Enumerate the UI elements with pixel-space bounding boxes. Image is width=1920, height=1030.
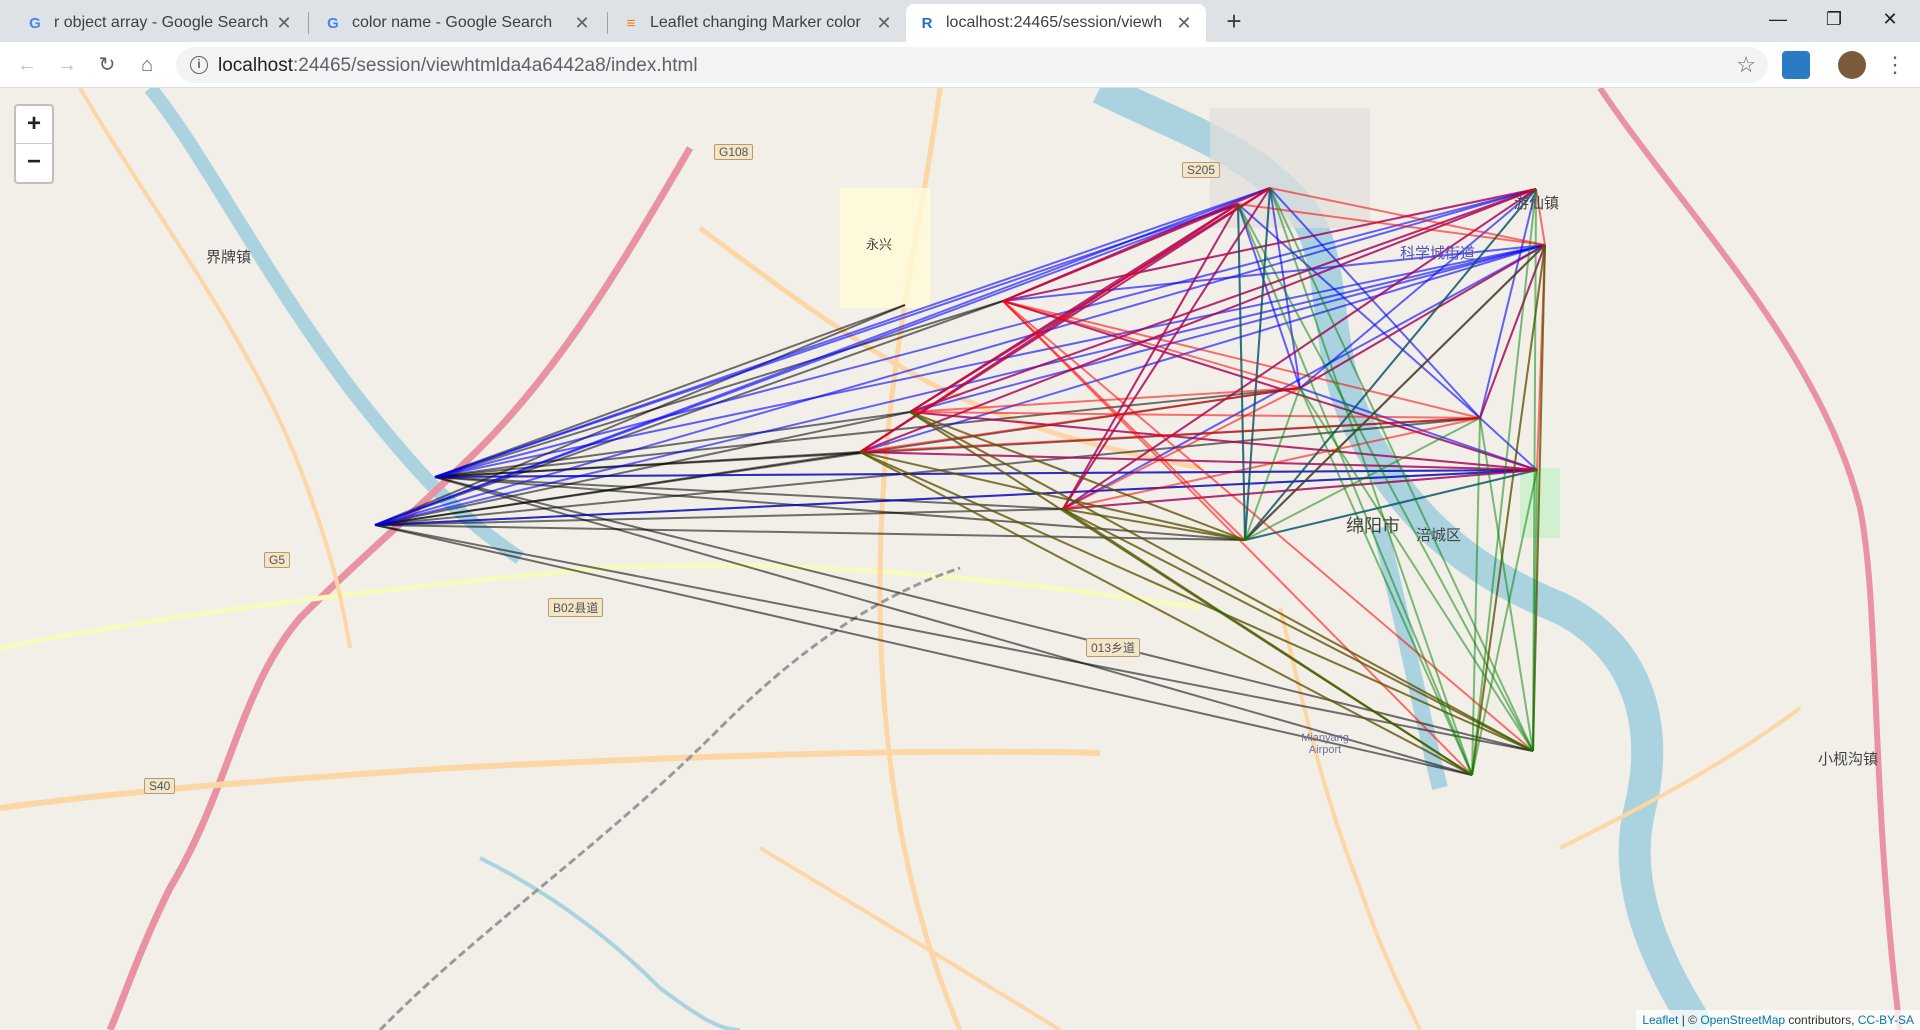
profile-avatar-icon[interactable] bbox=[1838, 51, 1866, 79]
connection-line bbox=[1471, 469, 1538, 776]
connection-line bbox=[1299, 387, 1473, 776]
reload-icon[interactable]: ↻ bbox=[92, 50, 122, 80]
place-label: 永兴 bbox=[866, 237, 893, 252]
stackoverflow-icon: ≡ bbox=[626, 14, 636, 32]
back-icon[interactable]: ← bbox=[12, 50, 42, 80]
connection-line bbox=[374, 524, 1246, 541]
zoom-in-button[interactable]: + bbox=[16, 106, 52, 144]
road-shield: S40 bbox=[144, 778, 176, 794]
home-icon[interactable]: ⌂ bbox=[132, 50, 162, 80]
browser-toolbar: ← → ↻ ⌂ i localhost:24465/session/viewht… bbox=[0, 42, 1920, 88]
tab-strip: G r object array - Google Search ✕ G col… bbox=[0, 0, 1920, 42]
leaflet-map[interactable]: 界牌镇 永兴 游仙镇 科学城街道 小枧沟镇 Mianyang Airport 绵… bbox=[0, 88, 1920, 1030]
restore-button[interactable]: ❐ bbox=[1806, 0, 1862, 40]
road-shield: S205 bbox=[1182, 162, 1221, 178]
leaflet-link[interactable]: Leaflet bbox=[1642, 1013, 1678, 1027]
tab-separator bbox=[607, 12, 608, 34]
r-icon: R bbox=[921, 14, 933, 32]
connection-line bbox=[434, 476, 1473, 776]
connection-line bbox=[859, 451, 1246, 541]
district-label: 涪城区 bbox=[1416, 527, 1462, 544]
connection-line bbox=[1062, 508, 1534, 752]
minimize-button[interactable]: — bbox=[1750, 0, 1806, 40]
zoom-out-button[interactable]: − bbox=[16, 144, 52, 182]
google-icon: G bbox=[327, 14, 339, 32]
url-text[interactable]: localhost:24465/session/viewhtmlda4a6442… bbox=[218, 55, 698, 77]
site-info-icon[interactable]: i bbox=[190, 56, 208, 74]
tab-leaflet-marker[interactable]: ≡ Leaflet changing Marker color ✕ bbox=[610, 4, 906, 42]
close-window-button[interactable]: ✕ bbox=[1862, 0, 1918, 40]
extension-s-icon[interactable] bbox=[1782, 51, 1810, 79]
osm-link[interactable]: OpenStreetMap bbox=[1700, 1013, 1785, 1027]
tab-color-name[interactable]: G color name - Google Search ✕ bbox=[312, 4, 604, 42]
google-icon: G bbox=[29, 14, 41, 32]
place-label: 科学城街道 bbox=[1400, 245, 1476, 262]
road-shield: G5 bbox=[264, 552, 291, 568]
close-tab-icon[interactable]: ✕ bbox=[572, 13, 592, 34]
connection-line bbox=[1062, 188, 1537, 510]
connection-line bbox=[1002, 187, 1271, 302]
connection-line bbox=[1299, 387, 1538, 471]
road-shield: G108 bbox=[714, 144, 754, 160]
city-label: 绵阳市 bbox=[1346, 516, 1400, 536]
license-link[interactable]: CC-BY-SA bbox=[1858, 1013, 1914, 1027]
connection-line bbox=[374, 524, 1534, 752]
connection-line bbox=[1237, 203, 1546, 246]
connection-line bbox=[434, 411, 911, 478]
close-tab-icon[interactable]: ✕ bbox=[1174, 13, 1194, 34]
address-bar[interactable]: i localhost:24465/session/viewhtmlda4a64… bbox=[176, 47, 1768, 83]
connection-line bbox=[909, 411, 1481, 419]
place-label: 游仙镇 bbox=[1514, 195, 1560, 212]
road-shield: B02县道 bbox=[548, 598, 604, 617]
map-attribution: Leaflet | © OpenStreetMap contributors, … bbox=[1636, 1010, 1920, 1030]
airport-label: Mianyang Airport bbox=[1301, 732, 1349, 756]
zoom-control: + − bbox=[14, 104, 54, 184]
tab-localhost[interactable]: R localhost:24465/session/viewh ✕ bbox=[906, 4, 1206, 42]
place-label: 界牌镇 bbox=[206, 249, 252, 266]
connection-line bbox=[434, 476, 1246, 541]
close-tab-icon[interactable]: ✕ bbox=[274, 13, 294, 34]
bookmark-star-icon[interactable]: ☆ bbox=[1736, 52, 1756, 78]
close-tab-icon[interactable]: ✕ bbox=[874, 13, 894, 34]
tab-separator bbox=[308, 12, 309, 34]
road-shield: 013乡道 bbox=[1086, 638, 1141, 657]
menu-kebab-icon[interactable]: ⋮ bbox=[1880, 50, 1910, 80]
place-label: 小枧沟镇 bbox=[1818, 751, 1879, 768]
tab-r-object-array[interactable]: G r object array - Google Search ✕ bbox=[14, 4, 306, 42]
new-tab-button[interactable]: + bbox=[1218, 6, 1250, 38]
forward-icon[interactable]: → bbox=[52, 50, 82, 80]
